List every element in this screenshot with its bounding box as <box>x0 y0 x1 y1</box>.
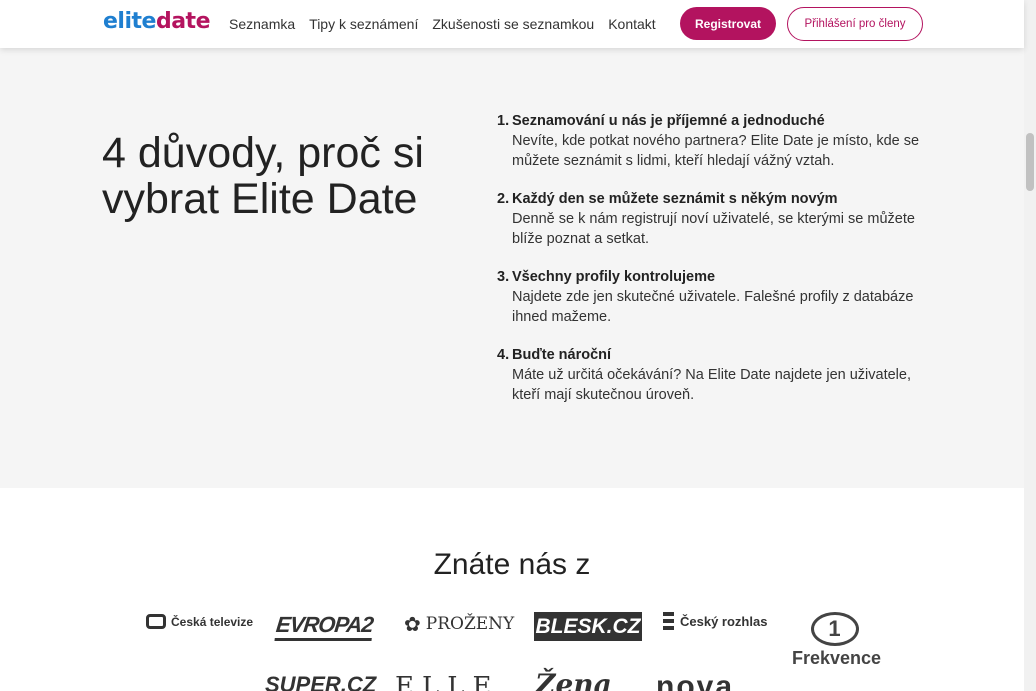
super-cz-logo: SUPER.CZ <box>265 672 377 691</box>
frekvence-number: 1 <box>810 612 859 646</box>
reason-text: Denně se k nám registrují noví uživatelé… <box>512 211 915 247</box>
cesky-rozhlas-logo: Český rozhlas <box>663 612 767 630</box>
evropa2-logo: EVROPA2 <box>274 612 375 641</box>
register-button[interactable]: Registrovat <box>680 7 776 40</box>
nav-tipy[interactable]: Tipy k seznámení <box>309 16 418 32</box>
reasons-title: 4 důvody, proč si vybrat Elite Date <box>102 129 424 223</box>
frekvence1-logo: 1 Frekvence <box>792 612 882 669</box>
zena-logo: Žena <box>535 668 612 691</box>
ct-label: Česká televize <box>171 614 254 629</box>
nova-logo: nova <box>656 670 735 691</box>
prozeny-logo: ✿ PROŽENY <box>404 614 514 634</box>
reason-title: Všechny profily kontrolujeme <box>512 269 716 285</box>
elitedate-logo[interactable]: elitedate <box>103 9 210 34</box>
reason-title: Seznamování u nás je příjemné a jednoduc… <box>512 113 825 129</box>
reasons-section: 4 důvody, proč si vybrat Elite Date 1. S… <box>0 48 1024 488</box>
reason-item: 4. Buďte nároční Máte už určitá očekáván… <box>497 345 927 405</box>
login-button[interactable]: Přihlášení pro členy <box>787 7 923 41</box>
rozhlas-label: Český rozhlas <box>680 613 768 629</box>
reason-item: 3. Všechny profily kontrolujeme Najdete … <box>497 267 927 327</box>
reason-number: 2. <box>497 191 510 207</box>
scrollbar-thumb[interactable] <box>1026 133 1034 191</box>
reason-number: 1. <box>497 113 510 129</box>
blesk-logo: BLESK.CZ <box>534 612 642 641</box>
logo-part-date: date <box>155 9 211 34</box>
frekvence-label: Frekvence <box>792 648 882 668</box>
reason-item: 1. Seznamování u nás je příjemné a jedno… <box>497 111 927 171</box>
reason-item: 2. Každý den se můžete seznámit s někým … <box>497 189 927 249</box>
nav-seznamka[interactable]: Seznamka <box>229 16 295 32</box>
nav-zkusenosti[interactable]: Zkušenosti se seznamkou <box>432 16 594 32</box>
reason-text: Najdete zde jen skutečné uživatele. Fale… <box>512 289 914 325</box>
flower-icon: ✿ <box>404 612 421 636</box>
elle-logo: ELLE <box>395 672 500 691</box>
reason-number: 4. <box>497 347 510 363</box>
reason-text: Máte už určitá očekávání? Na Elite Date … <box>512 367 911 403</box>
reason-list: 1. Seznamování u nás je příjemné a jedno… <box>497 111 927 423</box>
rozhlas-bars-icon <box>663 612 674 630</box>
main-nav: Seznamka Tipy k seznámení Zkušenosti se … <box>229 16 670 32</box>
reason-number: 3. <box>497 269 510 285</box>
reason-title: Buďte nároční <box>512 347 612 363</box>
page-scrollbar[interactable] <box>1024 0 1036 691</box>
media-title: Znáte nás z <box>433 548 591 581</box>
nav-kontakt[interactable]: Kontakt <box>608 16 655 32</box>
reason-title: Každý den se můžete seznámit s někým nov… <box>512 191 838 207</box>
ct-box-icon <box>146 614 166 629</box>
ceska-televize-logo: Česká televize <box>146 614 253 629</box>
logo-part-elite: elite <box>103 9 156 34</box>
site-header: elitedate Seznamka Tipy k seznámení Zkuš… <box>0 0 1024 48</box>
reason-text: Nevíte, kde potkat nového partnera? Elit… <box>512 133 920 169</box>
prozeny-label: PROŽENY <box>425 614 515 634</box>
